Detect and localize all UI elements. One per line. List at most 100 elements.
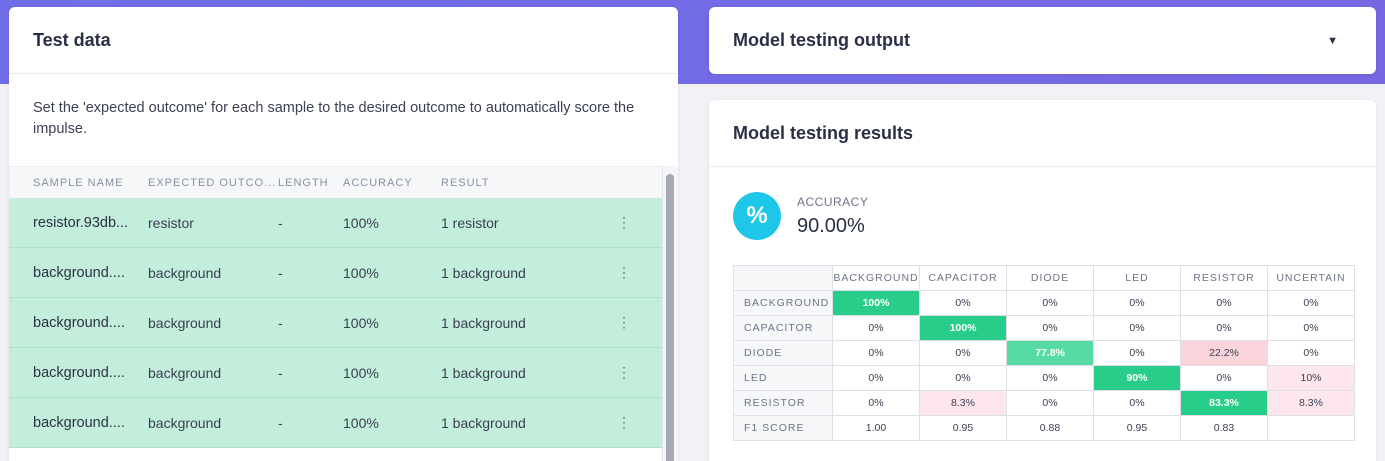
table-scrollbar[interactable] <box>662 166 678 461</box>
model-testing-results-title: Model testing results <box>709 100 1376 167</box>
scrollbar-thumb[interactable] <box>666 174 674 461</box>
col-accuracy[interactable]: ACCURACY <box>343 177 441 189</box>
matrix-cell: 0.83 <box>1180 415 1268 441</box>
matrix-column-header: RESISTOR <box>1180 265 1268 291</box>
row-menu-icon[interactable]: ⋮ <box>609 214 639 231</box>
matrix-cell: 0% <box>1093 390 1181 416</box>
row-menu-icon[interactable]: ⋮ <box>609 364 639 381</box>
sample-name-cell: background.... <box>33 264 125 281</box>
length-cell: - <box>278 214 283 231</box>
length-cell: - <box>278 264 283 281</box>
col-length[interactable]: LENGTH <box>278 177 343 189</box>
table-body: resistor.93db... resistor - 100% 1 resistor ⋮… <box>9 198 678 448</box>
matrix-cell: 0% <box>1006 390 1094 416</box>
accuracy-cell: 100% <box>343 214 379 231</box>
accuracy-cell: 100% <box>343 264 379 281</box>
matrix-cell: 8.3% <box>919 390 1007 416</box>
matrix-cell: 0% <box>1006 315 1094 341</box>
length-cell: - <box>278 314 283 331</box>
matrix-cell: 0.95 <box>919 415 1007 441</box>
matrix-row-header: LED <box>733 365 833 391</box>
length-cell: - <box>278 364 283 381</box>
matrix-cell: 0% <box>919 340 1007 366</box>
matrix-cell: 0% <box>1180 365 1268 391</box>
matrix-row-header: F1 SCORE <box>733 415 833 441</box>
col-sample-name[interactable]: SAMPLE NAME <box>9 177 148 189</box>
confusion-matrix: BACKGROUND CAPACITOR DIODE LED RESISTOR UNCER… <box>733 265 1355 441</box>
test-data-card: Test data Set the 'expected outcome' for… <box>9 7 678 461</box>
expected-outcome-cell: resistor <box>148 214 194 231</box>
matrix-cell: 1.00 <box>832 415 920 441</box>
matrix-cell: 0% <box>1267 290 1355 316</box>
col-expected-outcome[interactable]: EXPECTED OUTCO... <box>148 177 278 189</box>
matrix-cell: 0% <box>1093 290 1181 316</box>
result-cell: 1 background <box>441 364 526 381</box>
matrix-cell <box>1267 415 1355 441</box>
sample-name-cell: resistor.93db... <box>33 214 129 231</box>
matrix-cell: 0% <box>1093 340 1181 366</box>
matrix-row-header: BACKGROUND <box>733 290 833 316</box>
table-row[interactable]: background.... background - 100% 1 backgroun… <box>9 398 662 448</box>
matrix-cell: 0% <box>1267 315 1355 341</box>
length-cell: - <box>278 414 283 431</box>
expected-outcome-cell: background <box>148 314 222 331</box>
matrix-row-header: CAPACITOR <box>733 315 833 341</box>
matrix-cell: 0% <box>832 365 920 391</box>
accuracy-cell: 100% <box>343 314 379 331</box>
model-testing-output-card[interactable]: Model testing output ▼ <box>709 7 1376 74</box>
matrix-row-header: RESISTOR <box>733 390 833 416</box>
matrix-cell: 0% <box>832 340 920 366</box>
matrix-column-header: UNCERTAIN <box>1267 265 1355 291</box>
matrix-cell: 0% <box>832 390 920 416</box>
table-row[interactable]: background.... background - 100% 1 backgroun… <box>9 248 662 298</box>
table-row[interactable]: background.... background - 100% 1 backgroun… <box>9 348 662 398</box>
sample-name-cell: background.... <box>33 414 125 431</box>
matrix-cell: 0% <box>1180 315 1268 341</box>
row-menu-icon[interactable]: ⋮ <box>609 314 639 331</box>
matrix-column-header: CAPACITOR <box>919 265 1007 291</box>
matrix-cell: 0.95 <box>1093 415 1181 441</box>
matrix-cell: 0.88 <box>1006 415 1094 441</box>
accuracy-label: ACCURACY <box>797 194 869 209</box>
percent-icon: % <box>733 192 781 240</box>
table-header: SAMPLE NAME EXPECTED OUTCO... LENGTH ACC… <box>9 166 662 198</box>
row-menu-icon[interactable]: ⋮ <box>609 264 639 281</box>
matrix-cell: 77.8% <box>1006 340 1094 366</box>
matrix-cell: 0% <box>1180 290 1268 316</box>
result-cell: 1 background <box>441 414 526 431</box>
expected-outcome-cell: background <box>148 414 222 431</box>
row-menu-icon[interactable]: ⋮ <box>609 414 639 431</box>
matrix-cell: 0% <box>1006 290 1094 316</box>
matrix-cell: 0% <box>1093 315 1181 341</box>
matrix-row-header: DIODE <box>733 340 833 366</box>
matrix-cell: 100% <box>919 315 1007 341</box>
matrix-corner <box>733 265 833 291</box>
matrix-cell: 0% <box>1267 340 1355 366</box>
col-result[interactable]: RESULT <box>441 177 609 189</box>
matrix-cell: 0% <box>919 365 1007 391</box>
matrix-cell: 100% <box>832 290 920 316</box>
matrix-column-header: LED <box>1093 265 1181 291</box>
test-samples-table: SAMPLE NAME EXPECTED OUTCO... LENGTH ACC… <box>9 166 678 461</box>
model-testing-results-card: Model testing results % ACCURACY 90.00% … <box>709 100 1376 461</box>
matrix-cell: 0% <box>832 315 920 341</box>
accuracy-cell: 100% <box>343 364 379 381</box>
matrix-cell: 0% <box>919 290 1007 316</box>
sample-name-cell: background.... <box>33 314 125 331</box>
expected-outcome-cell: background <box>148 264 222 281</box>
table-row[interactable]: resistor.93db... resistor - 100% 1 resistor ⋮ <box>9 198 662 248</box>
test-data-description: Set the 'expected outcome' for each samp… <box>33 100 635 137</box>
matrix-column-header: DIODE <box>1006 265 1094 291</box>
caret-down-icon[interactable]: ▼ <box>1327 35 1338 47</box>
result-cell: 1 background <box>441 264 526 281</box>
matrix-cell: 22.2% <box>1180 340 1268 366</box>
matrix-cell: 8.3% <box>1267 390 1355 416</box>
matrix-cell: 10% <box>1267 365 1355 391</box>
matrix-cell: 83.3% <box>1180 390 1268 416</box>
matrix-cell: 0% <box>1006 365 1094 391</box>
table-row[interactable]: background.... background - 100% 1 backgroun… <box>9 298 662 348</box>
matrix-column-header: BACKGROUND <box>832 265 920 291</box>
accuracy-cell: 100% <box>343 414 379 431</box>
result-cell: 1 background <box>441 314 526 331</box>
model-testing-output-title: Model testing output <box>733 30 910 50</box>
